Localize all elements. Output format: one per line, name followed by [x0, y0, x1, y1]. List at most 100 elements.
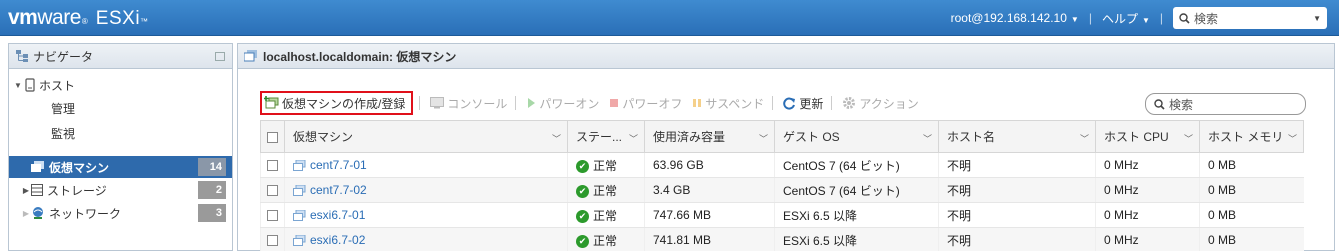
brand-tm: ™	[140, 16, 149, 26]
chevron-down-icon[interactable]: ▼	[1313, 14, 1321, 23]
vm-icon	[293, 184, 306, 196]
brand-ware: ware	[37, 5, 81, 29]
expand-right-icon[interactable]: ▶	[21, 186, 31, 195]
vm-search-input[interactable]: 検索	[1145, 93, 1306, 115]
check-circle-icon: ✔	[576, 209, 589, 223]
host-memory-cell: 0 MB	[1199, 177, 1304, 203]
divider	[772, 96, 774, 110]
status-text: 正常	[593, 233, 618, 248]
host-name-cell: 不明	[938, 227, 1096, 251]
status-text: 正常	[593, 208, 618, 223]
nav-host[interactable]: ▼ ホスト	[9, 74, 232, 96]
nav-host-manage[interactable]: 管理	[9, 97, 232, 119]
vmware-esxi-logo: vm ware ® ESXi ™	[8, 6, 148, 30]
row-select-cell	[260, 177, 285, 203]
nav-host-monitor[interactable]: 監視	[9, 122, 232, 144]
network-icon	[33, 207, 43, 219]
create-register-vm-button[interactable]: 仮想マシンの作成/登録	[260, 91, 414, 115]
chevron-down-icon[interactable]: ﹀	[1080, 132, 1089, 145]
row-checkbox[interactable]	[267, 185, 278, 197]
power-on-button[interactable]: パワーオン	[524, 91, 601, 115]
check-circle-icon: ✔	[576, 159, 589, 173]
chevron-down-icon: ▼	[1070, 15, 1079, 24]
col-status-label: ステー...	[576, 130, 623, 144]
nav-vm-label: 仮想マシン	[49, 160, 110, 175]
chevron-down-icon: ▼	[1141, 15, 1150, 25]
chevron-down-icon[interactable]: ﹀	[1184, 132, 1193, 145]
used-space-cell: 63.96 GB	[644, 152, 775, 178]
nav-virtual-machines[interactable]: 仮想マシン 14	[9, 156, 232, 178]
help-menu[interactable]: ヘルプ ▼	[1102, 10, 1150, 27]
actions-button[interactable]: アクション	[840, 91, 920, 115]
refresh-button[interactable]: 更新	[781, 91, 825, 115]
vm-name-link[interactable]: esxi6.7-01	[310, 208, 365, 222]
table-row[interactable]: cent7.7-01 ✔ 正常 63.96 GB CentOS 7 (64 ビット…	[260, 152, 1304, 178]
col-used-space[interactable]: 使用済み容量 ﹀	[644, 120, 775, 153]
guest-os-cell: CentOS 7 (64 ビット)	[774, 177, 939, 203]
refresh-icon	[783, 97, 796, 109]
console-label: コンソール	[447, 96, 508, 111]
table-row[interactable]: esxi6.7-02 ✔ 正常 741.81 MB ESXi 6.5 以降 不明 …	[260, 227, 1304, 251]
col-guest-os-label: ゲスト OS	[783, 130, 840, 144]
host-memory-cell: 0 MB	[1199, 202, 1304, 228]
table-row[interactable]: cent7.7-02 ✔ 正常 3.4 GB CentOS 7 (64 ビット) …	[260, 177, 1304, 203]
vm-toolbar: 仮想マシンの作成/登録 コンソール パワーオン パワーオフ サスペンド 更新 ア…	[260, 91, 927, 115]
row-checkbox[interactable]	[267, 210, 278, 222]
guest-os-cell: CentOS 7 (64 ビット)	[774, 152, 939, 178]
vm-icon	[293, 234, 306, 246]
power-off-button[interactable]: パワーオフ	[607, 91, 684, 115]
expand-down-icon[interactable]: ▼	[13, 81, 23, 90]
vm-icon	[244, 50, 257, 62]
navigator-panel: ナビゲータ ▼ ホスト 管理 監視 仮想マシン 14 ▶ ストレージ 2 ▶ ネ…	[8, 43, 233, 251]
divider: |	[1159, 11, 1163, 25]
guest-os-cell: ESXi 6.5 以降	[774, 202, 939, 228]
host-cpu-cell: 0 MHz	[1095, 177, 1200, 203]
col-host-name[interactable]: ホスト名 ﹀	[938, 120, 1096, 153]
status-cell: ✔ 正常	[567, 227, 645, 251]
chevron-down-icon[interactable]: ﹀	[923, 132, 932, 145]
col-host-memory[interactable]: ホスト メモリ ﹀	[1199, 120, 1304, 153]
used-space-cell: 741.81 MB	[644, 227, 775, 251]
collapse-icon[interactable]	[215, 52, 225, 61]
nav-manage-label: 管理	[51, 101, 76, 116]
check-circle-icon: ✔	[576, 184, 589, 198]
top-search-input[interactable]: 検索 ▼	[1173, 7, 1327, 29]
vm-name-link[interactable]: cent7.7-02	[310, 183, 367, 197]
vm-name-link[interactable]: cent7.7-01	[310, 158, 367, 172]
play-icon	[528, 98, 536, 108]
user-label: root@192.168.142.10	[950, 11, 1067, 25]
chevron-down-icon[interactable]: ﹀	[552, 132, 561, 145]
brand-reg: ®	[81, 16, 88, 26]
host-name-cell: 不明	[938, 202, 1096, 228]
panel-title: localhost.localdomain: 仮想マシン	[263, 49, 457, 64]
row-checkbox[interactable]	[267, 235, 278, 247]
guest-os-cell: ESXi 6.5 以降	[774, 227, 939, 251]
col-status[interactable]: ステー... ﹀	[567, 120, 645, 153]
vm-name-cell: esxi6.7-02	[284, 227, 568, 251]
chevron-down-icon[interactable]: ﹀	[759, 132, 768, 145]
suspend-button[interactable]: サスペンド	[690, 91, 766, 115]
nav-network[interactable]: ▶ ネットワーク 3	[9, 202, 232, 224]
create-vm-icon	[264, 96, 279, 109]
row-checkbox[interactable]	[267, 160, 278, 172]
table-row[interactable]: esxi6.7-01 ✔ 正常 747.66 MB ESXi 6.5 以降 不明 …	[260, 202, 1304, 228]
vm-table: 仮想マシン ﹀ ステー... ﹀ 使用済み容量 ﹀ ゲスト OS ﹀ ホスト名 ﹀ ホスト…	[260, 120, 1304, 251]
col-host-cpu[interactable]: ホスト CPU ﹀	[1095, 120, 1200, 153]
select-all-checkbox[interactable]	[267, 131, 278, 143]
top-bar: vm ware ® ESXi ™ root@192.168.142.10 ▼ | ヘルプ…	[0, 0, 1339, 36]
status-cell: ✔ 正常	[567, 202, 645, 228]
user-menu[interactable]: root@192.168.142.10 ▼	[951, 11, 1079, 25]
expand-right-icon[interactable]: ▶	[21, 209, 31, 218]
divider: |	[1088, 11, 1092, 25]
used-space-cell: 747.66 MB	[644, 202, 775, 228]
vm-icon	[293, 159, 306, 171]
chevron-down-icon[interactable]: ﹀	[1288, 132, 1297, 145]
vm-name-link[interactable]: esxi6.7-02	[310, 233, 365, 247]
col-guest-os[interactable]: ゲスト OS ﹀	[774, 120, 939, 153]
console-button[interactable]: コンソール	[428, 91, 509, 115]
chevron-down-icon[interactable]: ﹀	[629, 132, 638, 145]
actions-label: アクション	[859, 96, 919, 111]
nav-storage[interactable]: ▶ ストレージ 2	[9, 179, 232, 201]
col-vm-name[interactable]: 仮想マシン ﹀	[284, 120, 568, 153]
used-space-cell: 3.4 GB	[644, 177, 775, 203]
